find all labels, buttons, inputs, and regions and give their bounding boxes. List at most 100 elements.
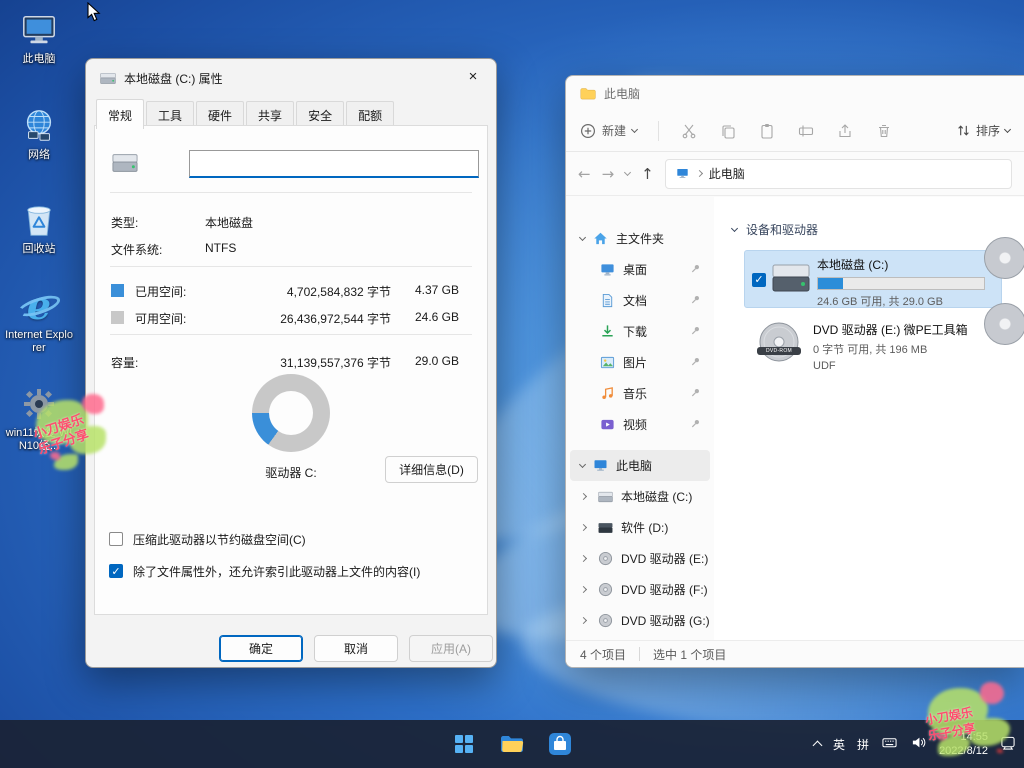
drive-icon	[771, 262, 811, 297]
recent-locations-icon[interactable]	[624, 168, 631, 175]
tray-time: 14:55	[939, 730, 988, 744]
up-icon[interactable]: ↑	[641, 165, 654, 183]
taskbar: 英 拼 14:55 2022/8/12	[0, 720, 1024, 768]
type-value: 本地磁盘	[205, 214, 253, 231]
expand-icon[interactable]	[580, 586, 587, 593]
group-header-devices[interactable]: 设备和驱动器	[732, 221, 1024, 238]
explorer-titlebar[interactable]: 此电脑	[566, 76, 1024, 110]
sidebar-item-dvd-f[interactable]: DVD 驱动器 (F:)	[570, 574, 710, 605]
item-checkbox[interactable]: ✓	[752, 273, 766, 287]
sidebar-item-dvd-e[interactable]: DVD 驱动器 (E:)	[570, 543, 710, 574]
cancel-button[interactable]: 取消	[314, 635, 398, 662]
sidebar-item-home[interactable]: 主文件夹	[570, 223, 710, 254]
store-taskbar-icon[interactable]	[540, 724, 580, 764]
details-button[interactable]: 详细信息(D)	[385, 456, 478, 483]
sidebar-item-drive-d[interactable]: 软件 (D:)	[570, 512, 710, 543]
sidebar-item-dvd-g[interactable]: DVD 驱动器 (G:)	[570, 605, 710, 636]
pin-icon	[690, 418, 701, 432]
sidebar-item-music[interactable]: 音乐	[570, 378, 710, 409]
desktop-icon-network[interactable]: 网络	[4, 106, 74, 162]
dvd-icon	[598, 613, 613, 628]
desktop-icon-label: Internet Explorer	[4, 329, 74, 355]
index-checkbox-label: 除了文件属性外，还允许索引此驱动器上文件的内容(I)	[133, 563, 420, 580]
navigation-pane: 主文件夹 桌面 文档 下载 图片	[566, 197, 714, 640]
files-pane: 设备和驱动器 ✓ 本地磁盘 (C:) 24.6 GB 可用, 共 29.0 GB…	[714, 197, 1024, 640]
pictures-icon	[600, 355, 615, 370]
sidebar-item-drive-c[interactable]: 本地磁盘 (C:)	[570, 481, 710, 512]
status-bar: 4 个项目 选中 1 个项目	[566, 640, 1024, 667]
plus-circle-icon	[580, 123, 596, 139]
desktop-icon-recycle-bin[interactable]: 回收站	[4, 200, 74, 256]
expand-icon[interactable]	[579, 460, 586, 467]
touch-keyboard-icon[interactable]	[881, 735, 898, 753]
new-button[interactable]: 新建	[580, 122, 637, 139]
expand-icon[interactable]	[580, 524, 587, 531]
drive-c-item[interactable]: ✓ 本地磁盘 (C:) 24.6 GB 可用, 共 29.0 GB	[744, 250, 1002, 308]
this-pc-icon	[675, 167, 690, 180]
notification-center-icon[interactable]	[1000, 735, 1016, 753]
sort-button[interactable]: 排序	[956, 122, 1010, 139]
drive-info: 24.6 GB 可用, 共 29.0 GB	[817, 293, 995, 309]
expand-icon[interactable]	[580, 555, 587, 562]
pin-icon	[690, 387, 701, 401]
ime-mode-english[interactable]: 英	[833, 736, 845, 753]
breadcrumb[interactable]: 此电脑	[709, 165, 745, 182]
desktop-icon-this-pc[interactable]: 此电脑	[4, 10, 74, 66]
sidebar-item-videos[interactable]: 视频	[570, 409, 710, 440]
sidebar-item-documents[interactable]: 文档	[570, 285, 710, 316]
close-icon[interactable]: ×	[451, 60, 495, 94]
dvd-filesystem: UDF	[813, 360, 968, 372]
tray-overflow-icon[interactable]	[813, 741, 823, 751]
capacity-bar-fill	[818, 278, 843, 289]
desktop-icon-label: 网络	[4, 149, 74, 162]
delete-button[interactable]	[875, 122, 893, 140]
explorer-taskbar-icon[interactable]	[492, 724, 532, 764]
pin-icon	[690, 325, 701, 339]
index-checkbox[interactable]: ✓	[109, 564, 123, 578]
paste-button[interactable]	[758, 122, 776, 140]
desktop-icon-label: 回收站	[4, 243, 74, 256]
explorer-title: 此电脑	[604, 85, 640, 102]
ime-mode-pinyin[interactable]: 拼	[857, 736, 869, 753]
expand-icon[interactable]	[580, 493, 587, 500]
sidebar-item-this-pc[interactable]: 此电脑	[570, 450, 710, 481]
dialog-titlebar[interactable]: 本地磁盘 (C:) 属性	[86, 59, 496, 97]
ok-button[interactable]: 确定	[219, 635, 303, 662]
volume-icon[interactable]	[910, 735, 927, 753]
expand-icon[interactable]	[580, 617, 587, 624]
sidebar-item-downloads[interactable]: 下载	[570, 316, 710, 347]
videos-icon	[600, 417, 615, 432]
expand-icon[interactable]	[579, 233, 586, 240]
properties-dialog: 本地磁盘 (C:) 属性 × 常规 工具 硬件 共享 安全 配额 类型: 本地磁…	[85, 58, 497, 668]
toolbar-divider	[658, 121, 659, 141]
compress-checkbox-label: 压缩此驱动器以节约磁盘空间(C)	[133, 531, 306, 548]
compress-checkbox[interactable]	[109, 532, 123, 546]
drive-icon	[100, 72, 116, 85]
dvd-icon	[598, 551, 613, 566]
start-button[interactable]	[444, 724, 484, 764]
desktop-icon-internet-explorer[interactable]: e Internet Explorer	[4, 286, 74, 355]
network-icon	[4, 106, 74, 146]
dvd-e-item[interactable]: DVD-ROM DVD 驱动器 (E:) 微PE工具箱 0 字节 可用, 共 1…	[754, 321, 1024, 372]
address-bar[interactable]: 此电脑	[665, 159, 1012, 189]
collapse-icon[interactable]	[731, 224, 738, 231]
home-icon	[593, 231, 608, 246]
desktop-icon	[600, 262, 615, 277]
tab-general[interactable]: 常规	[96, 99, 144, 129]
cut-button[interactable]	[680, 122, 698, 140]
sidebar-item-desktop[interactable]: 桌面	[570, 254, 710, 285]
pin-icon	[690, 263, 701, 277]
folder-icon	[500, 734, 524, 754]
sidebar-item-pictures[interactable]: 图片	[570, 347, 710, 378]
status-item-count: 4 个项目	[580, 646, 626, 663]
back-icon[interactable]: ←	[578, 165, 591, 183]
usage-donut	[252, 374, 330, 452]
forward-icon[interactable]: →	[602, 165, 615, 183]
desktop-icon-win11-restore[interactable]: win11恢复 WIN10经...	[4, 384, 74, 453]
copy-button[interactable]	[719, 122, 737, 140]
rename-button[interactable]	[797, 122, 815, 140]
clock[interactable]: 14:55 2022/8/12	[939, 730, 988, 758]
used-size: 4.37 GB	[395, 283, 459, 297]
share-button[interactable]	[836, 122, 854, 140]
volume-label-input[interactable]	[189, 150, 479, 178]
